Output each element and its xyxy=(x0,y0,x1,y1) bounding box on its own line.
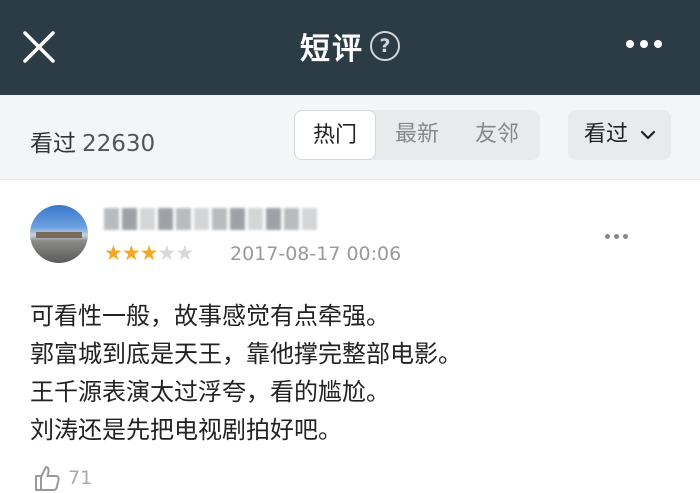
page-title-group: 短评? xyxy=(0,24,700,68)
review-line: 王千源表演太过浮夸，看的尴尬。 xyxy=(30,378,390,406)
dot xyxy=(640,40,648,48)
more-options-icon[interactable] xyxy=(626,40,662,48)
help-icon[interactable]: ? xyxy=(370,31,400,61)
star-empty-icon: ★ xyxy=(157,241,176,265)
avatar[interactable] xyxy=(30,205,88,263)
star-filled-icon: ★ xyxy=(121,241,141,265)
thumbs-up-icon xyxy=(35,466,60,491)
top-nav-bar: 短评? xyxy=(0,0,700,95)
tab-friends[interactable]: 友邻 xyxy=(458,110,536,160)
tab-latest[interactable]: 最新 xyxy=(378,110,456,160)
star-filled-icon: ★ xyxy=(104,241,123,265)
like-button[interactable]: 71 xyxy=(32,463,92,493)
like-count: 71 xyxy=(68,467,93,489)
sort-tabs: 热门 最新 友邻 xyxy=(294,110,540,160)
avatar-building xyxy=(36,232,82,238)
seen-count: 看过 22630 xyxy=(30,124,155,158)
star-filled-icon: ★ xyxy=(139,241,159,265)
review-line: 可看性一般，故事感觉有点牵强。 xyxy=(30,302,390,330)
status-dropdown-label: 看过 xyxy=(584,122,629,147)
star-rating: ★★★★★ xyxy=(104,241,194,265)
review-line: 刘涛还是先把电视剧拍好吧。 xyxy=(30,416,342,444)
page-title: 短评 xyxy=(300,32,364,67)
seen-label: 看过 xyxy=(30,131,76,157)
seen-count-value: 22630 xyxy=(82,131,156,157)
tab-hot[interactable]: 热门 xyxy=(294,110,376,160)
review-line: 郭富城到底是天王，靠他撑完整部电影。 xyxy=(30,340,462,368)
star-empty-icon: ★ xyxy=(175,241,194,265)
review-more-icon[interactable] xyxy=(605,234,628,239)
status-dropdown[interactable]: 看过 xyxy=(568,110,671,160)
dot xyxy=(626,40,634,48)
filter-bar: 看过 22630 热门 最新 友邻 看过 xyxy=(0,95,700,180)
dot xyxy=(654,40,662,48)
review-date: 2017-08-17 00:06 xyxy=(230,243,402,265)
review-text: 可看性一般，故事感觉有点牵强。 郭富城到底是天王，靠他撑完整部电影。 王千源表演… xyxy=(30,297,670,449)
username-blurred[interactable] xyxy=(104,208,317,230)
chevron-down-icon xyxy=(640,130,656,140)
